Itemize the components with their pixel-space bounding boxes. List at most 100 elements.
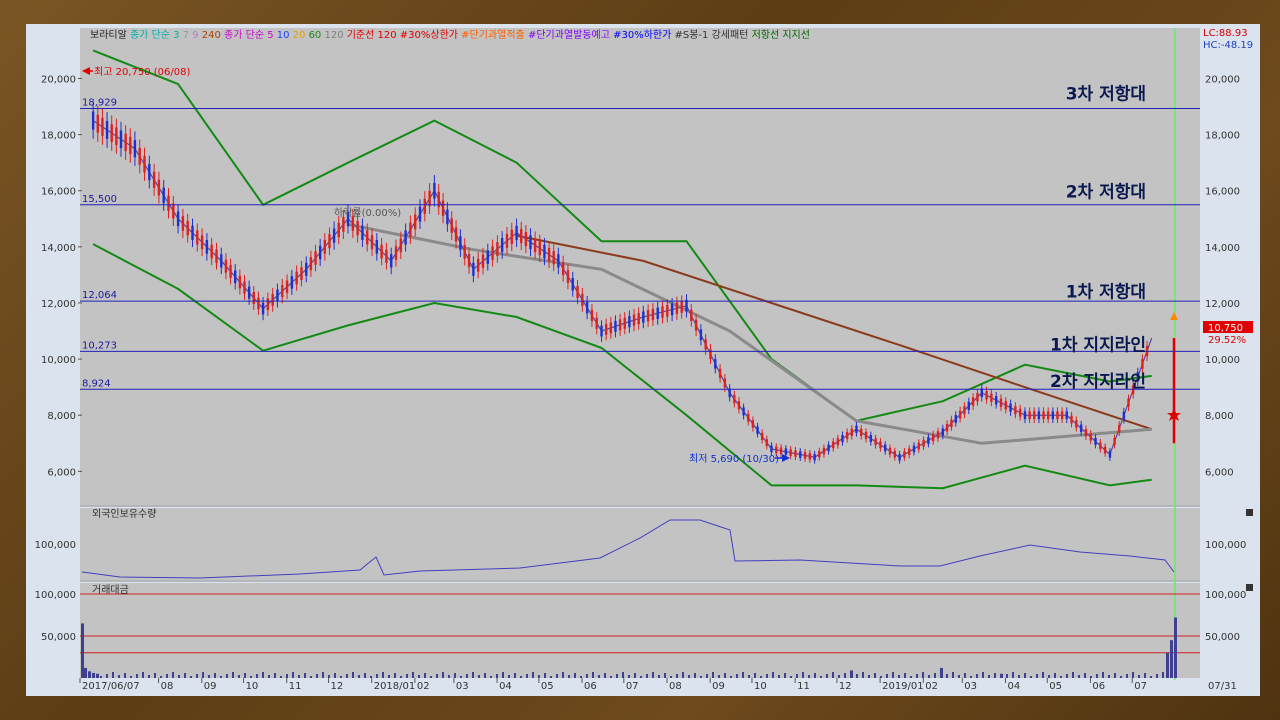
price-tick-right-0: 20,000: [1205, 75, 1240, 86]
legend-item-3: 9: [192, 30, 202, 41]
volume-bar-small: [1012, 672, 1014, 678]
candle-body: [229, 265, 232, 278]
candle-body: [632, 314, 636, 326]
volume-bar-small: [268, 675, 270, 678]
volume-bar-small: [832, 672, 834, 678]
legend-item-7: 20: [293, 30, 309, 41]
candle-body: [656, 307, 659, 319]
volume-bar-small: [940, 676, 942, 678]
candle-body: [680, 301, 683, 313]
candle-body: [623, 317, 626, 329]
candle-body: [737, 401, 741, 410]
candle-body: [618, 319, 622, 331]
candle-body: [869, 435, 873, 443]
candle-body: [760, 432, 764, 440]
x-tick-11: 06: [584, 681, 597, 692]
volume-bar-small: [694, 673, 696, 678]
candle-body: [685, 299, 688, 312]
candle-body: [481, 254, 485, 268]
volume-bar-small: [160, 676, 162, 678]
volume-bar-small: [868, 675, 870, 678]
volume-bar-small: [826, 674, 828, 678]
x-tick-13: 08: [669, 681, 682, 692]
volume-bar-small: [988, 675, 990, 678]
candle-body: [418, 206, 422, 222]
volume-bar-small: [178, 675, 180, 678]
volume-bar-small: [346, 674, 348, 678]
candle-body: [454, 227, 458, 242]
volume-bar-4: [96, 673, 99, 678]
candle-body: [898, 454, 901, 461]
candle-body: [576, 285, 579, 299]
candle-body: [581, 293, 584, 306]
candle-body: [414, 214, 417, 230]
candle-body: [931, 434, 935, 442]
volume-bar-small: [592, 672, 594, 678]
candle-body: [1103, 446, 1107, 454]
volume-bar-small: [394, 673, 396, 678]
candle-body: [162, 187, 165, 204]
candle-body: [361, 225, 364, 240]
candle-body: [428, 190, 431, 207]
price-tick-left-6: 8,000: [47, 411, 76, 422]
volume-bar-small: [166, 674, 168, 678]
volume-bar-small: [712, 672, 714, 678]
low-label: 최저 5,690 (10/30): [689, 453, 779, 465]
candle-body: [1113, 438, 1116, 446]
volume-bar-small: [220, 676, 222, 678]
candle-body: [543, 244, 546, 259]
candle-body: [718, 368, 722, 379]
volume-bar-small: [100, 676, 102, 678]
volume-bar-small: [418, 675, 420, 678]
candle-body: [557, 254, 560, 268]
candle-body: [266, 298, 270, 311]
candle-body: [990, 393, 993, 402]
level-label-1: 15,500: [82, 194, 117, 205]
candle-body: [958, 410, 962, 419]
volume-bar-0: [81, 623, 84, 678]
volume-bar-small: [1120, 676, 1122, 678]
candle-body: [1028, 411, 1031, 420]
volume-bar-small: [232, 672, 234, 678]
candle-body: [590, 309, 594, 322]
volume-bar-1: [84, 667, 87, 678]
candle-body: [855, 425, 858, 433]
candle-body: [172, 203, 175, 219]
volume-bar-small: [748, 675, 750, 678]
candle-body: [234, 270, 237, 284]
candle-body: [694, 319, 698, 331]
price-tick-right-3: 14,000: [1205, 243, 1240, 254]
candle-body: [775, 446, 778, 454]
volume-bar-small: [892, 672, 894, 678]
candle-body: [538, 241, 541, 256]
candle-body: [999, 398, 1003, 407]
legend-item-5: 종가 단순 5: [224, 29, 277, 41]
candle-body: [922, 439, 925, 447]
candle-body: [433, 182, 436, 199]
volume-bar-small: [1132, 672, 1134, 678]
x-tick-4: 11: [289, 681, 302, 692]
volume-bar-small: [1078, 675, 1080, 678]
candle-body: [1079, 424, 1083, 433]
level-label-3: 10,273: [82, 340, 117, 351]
candle-body: [152, 171, 156, 188]
volume-bar-small: [652, 672, 654, 678]
volume-bar-small: [1114, 673, 1116, 678]
candle-body: [290, 276, 294, 289]
candle-body: [808, 453, 812, 460]
volume-bar-small: [718, 675, 720, 678]
legend-item-13: #단기과열발동예고: [528, 29, 613, 41]
volume-bar-small: [880, 676, 882, 678]
volume-bar-small: [316, 674, 318, 678]
candle-body: [423, 198, 426, 214]
candle-body: [963, 406, 966, 415]
candle-body: [370, 235, 374, 250]
foreign-panel-close-button[interactable]: [1246, 509, 1253, 516]
volume-bar-small: [124, 673, 126, 678]
candle-body: [941, 428, 944, 436]
candle-body: [1037, 411, 1041, 420]
volume-bar-small: [736, 674, 738, 678]
volume-panel-close-button[interactable]: [1246, 584, 1253, 591]
volume-bar-small: [700, 676, 702, 678]
candle-body: [784, 448, 788, 455]
